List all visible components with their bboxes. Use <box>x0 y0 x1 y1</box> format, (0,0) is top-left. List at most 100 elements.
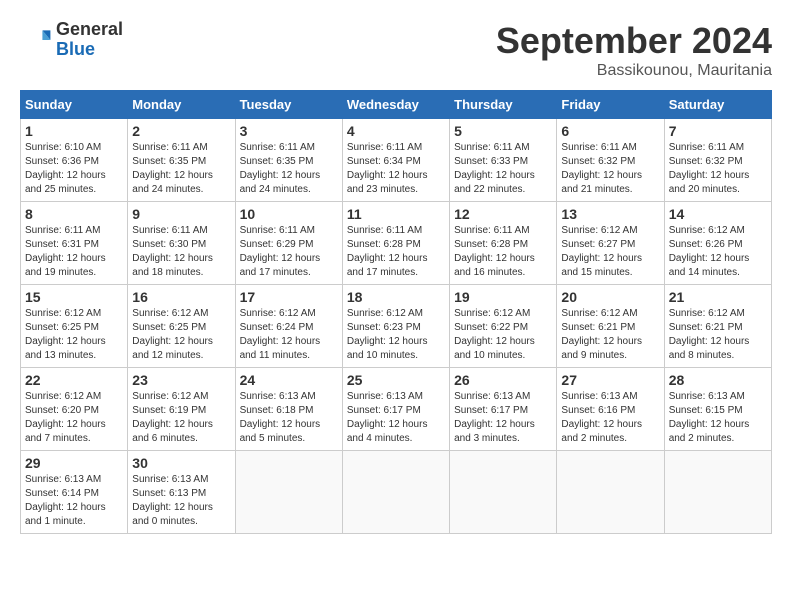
day-info: Sunrise: 6:12 AMSunset: 6:26 PMDaylight:… <box>669 224 767 280</box>
day-number: 21 <box>669 289 767 305</box>
day-cell: 11Sunrise: 6:11 AMSunset: 6:28 PMDayligh… <box>342 202 449 285</box>
day-info: Sunrise: 6:12 AMSunset: 6:20 PMDaylight:… <box>25 390 123 446</box>
day-number: 5 <box>454 123 552 139</box>
day-cell: 29 Sunrise: 6:13 AMSunset: 6:14 PMDayligh… <box>21 451 128 534</box>
day-cell: 26 Sunrise: 6:13 AMSunset: 6:17 PMDayligh… <box>450 368 557 451</box>
day-number: 22 <box>25 372 123 388</box>
day-info: Sunrise: 6:12 AMSunset: 6:21 PMDaylight:… <box>669 307 767 363</box>
day-info: Sunrise: 6:11 AMSunset: 6:32 PMDaylight:… <box>561 141 659 197</box>
day-info: Sunrise: 6:12 AMSunset: 6:21 PMDaylight:… <box>561 307 659 363</box>
day-info: Sunrise: 6:12 AMSunset: 6:25 PMDaylight:… <box>132 307 230 363</box>
day-number: 28 <box>669 372 767 388</box>
col-header-saturday: Saturday <box>664 91 771 119</box>
day-number: 10 <box>240 206 338 222</box>
col-header-thursday: Thursday <box>450 91 557 119</box>
month-title: September 2024 <box>496 20 772 62</box>
day-info: Sunrise: 6:11 AMSunset: 6:32 PMDaylight:… <box>669 141 767 197</box>
day-number: 20 <box>561 289 659 305</box>
day-info: Sunrise: 6:13 AMSunset: 6:17 PMDaylight:… <box>454 390 552 446</box>
day-info: Sunrise: 6:11 AMSunset: 6:35 PMDaylight:… <box>240 141 338 197</box>
day-info: Sunrise: 6:12 AMSunset: 6:23 PMDaylight:… <box>347 307 445 363</box>
day-number: 12 <box>454 206 552 222</box>
day-cell: 23Sunrise: 6:12 AMSunset: 6:19 PMDayligh… <box>128 368 235 451</box>
day-number: 11 <box>347 206 445 222</box>
day-info: Sunrise: 6:11 AMSunset: 6:35 PMDaylight:… <box>132 141 230 197</box>
day-info: Sunrise: 6:12 AMSunset: 6:27 PMDaylight:… <box>561 224 659 280</box>
week-row-5: 29 Sunrise: 6:13 AMSunset: 6:14 PMDayligh… <box>21 451 772 534</box>
day-number: 3 <box>240 123 338 139</box>
day-info: Sunrise: 6:12 AMSunset: 6:24 PMDaylight:… <box>240 307 338 363</box>
day-cell: 6Sunrise: 6:11 AMSunset: 6:32 PMDaylight… <box>557 119 664 202</box>
day-info: Sunrise: 6:11 AMSunset: 6:28 PMDaylight:… <box>454 224 552 280</box>
week-row-2: 8Sunrise: 6:11 AMSunset: 6:31 PMDaylight… <box>21 202 772 285</box>
col-header-monday: Monday <box>128 91 235 119</box>
day-cell: 7 Sunrise: 6:11 AMSunset: 6:32 PMDaylight… <box>664 119 771 202</box>
day-cell: 18 Sunrise: 6:12 AMSunset: 6:23 PMDayligh… <box>342 285 449 368</box>
day-info: Sunrise: 6:13 AMSunset: 6:16 PMDaylight:… <box>561 390 659 446</box>
day-cell: 17 Sunrise: 6:12 AMSunset: 6:24 PMDayligh… <box>235 285 342 368</box>
location: Bassikounou, Mauritania <box>496 62 772 80</box>
day-number: 25 <box>347 372 445 388</box>
day-number: 1 <box>25 123 123 139</box>
day-cell: 24 Sunrise: 6:13 AMSunset: 6:18 PMDayligh… <box>235 368 342 451</box>
day-info: Sunrise: 6:11 AMSunset: 6:30 PMDaylight:… <box>132 224 230 280</box>
day-cell: 15 Sunrise: 6:12 AMSunset: 6:25 PMDayligh… <box>21 285 128 368</box>
title-block: September 2024 Bassikounou, Mauritania <box>496 20 772 80</box>
day-number: 18 <box>347 289 445 305</box>
logo: General Blue <box>20 20 123 60</box>
day-info: Sunrise: 6:13 AMSunset: 6:14 PMDaylight:… <box>25 473 123 529</box>
logo-blue: Blue <box>56 40 123 60</box>
day-info: Sunrise: 6:13 AMSunset: 6:18 PMDaylight:… <box>240 390 338 446</box>
day-cell: 1 Sunrise: 6:10 AMSunset: 6:36 PMDaylight… <box>21 119 128 202</box>
day-info: Sunrise: 6:13 AMSunset: 6:15 PMDaylight:… <box>669 390 767 446</box>
day-cell: 21 Sunrise: 6:12 AMSunset: 6:21 PMDayligh… <box>664 285 771 368</box>
day-number: 7 <box>669 123 767 139</box>
day-cell: 12 Sunrise: 6:11 AMSunset: 6:28 PMDayligh… <box>450 202 557 285</box>
day-cell: 9 Sunrise: 6:11 AMSunset: 6:30 PMDaylight… <box>128 202 235 285</box>
day-info: Sunrise: 6:13 AMSunset: 6:17 PMDaylight:… <box>347 390 445 446</box>
day-info: Sunrise: 6:12 AMSunset: 6:19 PMDaylight:… <box>132 390 230 446</box>
calendar-table: SundayMondayTuesdayWednesdayThursdayFrid… <box>20 90 772 534</box>
col-header-friday: Friday <box>557 91 664 119</box>
day-cell <box>342 451 449 534</box>
day-cell <box>557 451 664 534</box>
col-header-tuesday: Tuesday <box>235 91 342 119</box>
day-info: Sunrise: 6:12 AMSunset: 6:25 PMDaylight:… <box>25 307 123 363</box>
day-number: 24 <box>240 372 338 388</box>
day-number: 14 <box>669 206 767 222</box>
day-cell: 25 Sunrise: 6:13 AMSunset: 6:17 PMDayligh… <box>342 368 449 451</box>
day-cell: 2 Sunrise: 6:11 AMSunset: 6:35 PMDaylight… <box>128 119 235 202</box>
col-header-sunday: Sunday <box>21 91 128 119</box>
day-cell: 19 Sunrise: 6:12 AMSunset: 6:22 PMDayligh… <box>450 285 557 368</box>
day-number: 15 <box>25 289 123 305</box>
day-cell: 8Sunrise: 6:11 AMSunset: 6:31 PMDaylight… <box>21 202 128 285</box>
logo-text: General Blue <box>56 20 123 60</box>
day-number: 4 <box>347 123 445 139</box>
day-number: 26 <box>454 372 552 388</box>
week-row-3: 15 Sunrise: 6:12 AMSunset: 6:25 PMDayligh… <box>21 285 772 368</box>
day-cell: 28 Sunrise: 6:13 AMSunset: 6:15 PMDayligh… <box>664 368 771 451</box>
day-info: Sunrise: 6:12 AMSunset: 6:22 PMDaylight:… <box>454 307 552 363</box>
week-row-4: 22 Sunrise: 6:12 AMSunset: 6:20 PMDayligh… <box>21 368 772 451</box>
day-cell <box>450 451 557 534</box>
day-cell: 30Sunrise: 6:13 AMSunset: 6:13 PMDayligh… <box>128 451 235 534</box>
day-cell: 20 Sunrise: 6:12 AMSunset: 6:21 PMDayligh… <box>557 285 664 368</box>
logo-icon <box>20 24 52 56</box>
day-number: 2 <box>132 123 230 139</box>
day-cell <box>235 451 342 534</box>
day-cell <box>664 451 771 534</box>
day-number: 17 <box>240 289 338 305</box>
day-info: Sunrise: 6:10 AMSunset: 6:36 PMDaylight:… <box>25 141 123 197</box>
day-cell: 13Sunrise: 6:12 AMSunset: 6:27 PMDayligh… <box>557 202 664 285</box>
day-number: 19 <box>454 289 552 305</box>
week-row-1: 1 Sunrise: 6:10 AMSunset: 6:36 PMDaylight… <box>21 119 772 202</box>
day-info: Sunrise: 6:11 AMSunset: 6:34 PMDaylight:… <box>347 141 445 197</box>
col-header-wednesday: Wednesday <box>342 91 449 119</box>
day-cell: 14 Sunrise: 6:12 AMSunset: 6:26 PMDayligh… <box>664 202 771 285</box>
day-number: 29 <box>25 455 123 471</box>
day-cell: 4 Sunrise: 6:11 AMSunset: 6:34 PMDaylight… <box>342 119 449 202</box>
day-number: 9 <box>132 206 230 222</box>
day-number: 27 <box>561 372 659 388</box>
day-cell: 22 Sunrise: 6:12 AMSunset: 6:20 PMDayligh… <box>21 368 128 451</box>
day-number: 30 <box>132 455 230 471</box>
